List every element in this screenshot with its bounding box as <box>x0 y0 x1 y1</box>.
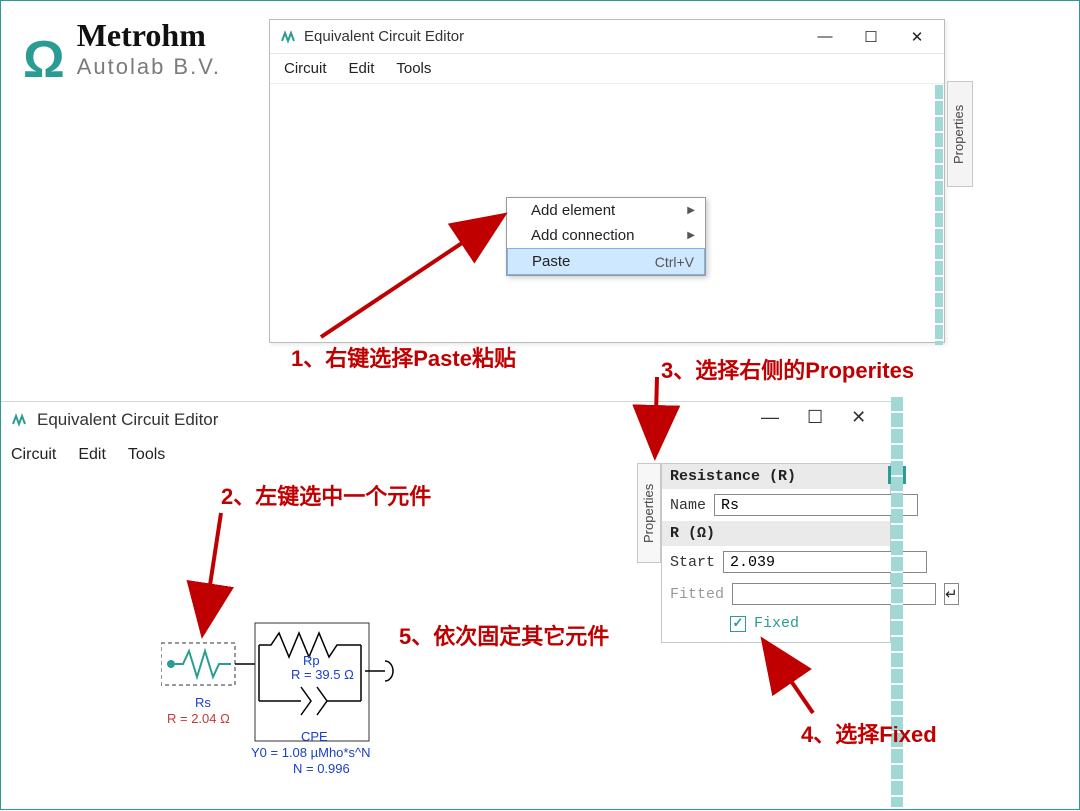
menu-tools[interactable]: Tools <box>396 60 431 77</box>
window-circuit-editor-1: Equivalent Circuit Editor — ☐ ✕ Circuit … <box>269 19 945 343</box>
menu-circuit[interactable]: Circuit <box>284 60 327 77</box>
brand-logo: Ω Metrohm Autolab B.V. <box>23 17 221 80</box>
maximize-icon[interactable]: ☐ <box>807 407 823 428</box>
ctx-paste[interactable]: Paste Ctrl+V <box>507 248 705 275</box>
brand-name: Metrohm <box>77 17 221 54</box>
annotation-5: 5、依次固定其它元件 <box>399 619 609 651</box>
properties-tab-2[interactable]: Properties <box>637 463 661 563</box>
menu-edit[interactable]: Edit <box>349 60 375 77</box>
rp-label: Rp <box>303 653 320 668</box>
window-title-2: Equivalent Circuit Editor <box>37 410 218 430</box>
start-label: Start <box>670 554 715 571</box>
maximize-button[interactable]: ☐ <box>848 21 894 53</box>
rp-value: R = 39.5 Ω <box>291 667 354 682</box>
rs-label-text: Rs <box>195 695 211 710</box>
properties-panel: Resistance (R) Name R (Ω) Start Fitted ↵… <box>661 463 891 643</box>
window-title: Equivalent Circuit Editor <box>304 28 464 45</box>
cpe-n: N = 0.996 <box>293 761 350 776</box>
context-menu: Add element ▶ Add connection ▶ Paste Ctr… <box>506 197 706 276</box>
app-icon <box>280 29 296 45</box>
properties-tab-1[interactable]: Properties <box>947 81 973 187</box>
return-button[interactable]: ↵ <box>944 583 959 605</box>
app-icon <box>11 412 27 428</box>
rs-value: R = 2.04 Ω <box>167 711 230 726</box>
ctx-add-connection[interactable]: Add connection ▶ <box>507 223 705 248</box>
name-label: Name <box>670 497 706 514</box>
submenu-arrow-icon: ▶ <box>687 205 695 216</box>
menu-circuit-2[interactable]: Circuit <box>11 446 56 464</box>
submenu-arrow-icon: ▶ <box>687 230 695 241</box>
annotation-4: 4、选择Fixed <box>801 717 937 749</box>
brand-sub: Autolab B.V. <box>77 54 221 80</box>
fixed-label: Fixed <box>754 615 799 632</box>
cpe-y0: Y0 = 1.08 µMho*s^N <box>251 745 370 760</box>
properties-header: Resistance (R) <box>662 464 890 489</box>
minimize-button[interactable]: — <box>802 21 848 53</box>
omega-icon: Ω <box>23 40 65 80</box>
decorative-stripe <box>935 85 943 345</box>
menu-tools-2[interactable]: Tools <box>128 446 165 464</box>
ctx-add-element[interactable]: Add element ▶ <box>507 198 705 223</box>
r-section-header: R (Ω) <box>662 521 890 546</box>
window-controls-2: — ☐ ✕ <box>761 407 866 428</box>
fitted-label: Fitted <box>670 586 724 603</box>
close-button[interactable]: ✕ <box>894 21 940 53</box>
fixed-checkbox[interactable]: ✓ <box>730 616 746 632</box>
cpe-label: CPE <box>301 729 328 744</box>
annotation-1: 1、右键选择Paste粘贴 <box>291 341 516 373</box>
close-icon[interactable]: ✕ <box>851 407 866 428</box>
name-input[interactable] <box>714 494 918 516</box>
annotation-2: 2、左键选中一个元件 <box>221 479 431 511</box>
annotation-3: 3、选择右侧的Properites <box>661 353 914 385</box>
minimize-icon[interactable]: — <box>761 407 779 428</box>
menu-edit-2[interactable]: Edit <box>78 446 106 464</box>
fitted-input[interactable] <box>732 583 936 605</box>
